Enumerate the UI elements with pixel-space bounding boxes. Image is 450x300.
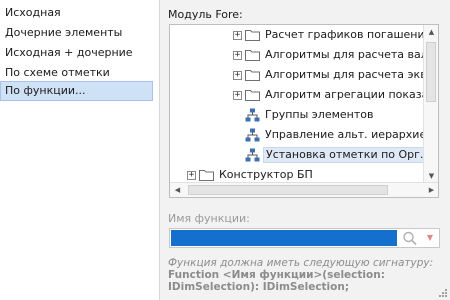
folder-icon	[199, 170, 214, 181]
selection-mode-list: Исходная Дочерние элементы Исходная + до…	[0, 0, 155, 300]
module-label: Модуль Fore:	[168, 8, 243, 21]
tree-node-label: Группы элементов	[265, 108, 374, 121]
tree-node-label: Расчет графиков погашения фи	[265, 28, 439, 41]
vertical-scrollbar[interactable]: ▲ ▼	[423, 25, 438, 183]
search-icon[interactable]	[401, 230, 419, 246]
hierarchy-icon	[245, 148, 260, 162]
tree-node-selected[interactable]: Установка отметки по Орг.стру	[245, 146, 438, 164]
function-name-label: Имя функции:	[168, 212, 250, 225]
tree-node-label: Управление альт. иерархией	[265, 128, 434, 141]
module-tree[interactable]: + Расчет графиков погашения фи + Алгорит…	[169, 24, 439, 198]
scroll-right-icon[interactable]: ▶	[424, 183, 438, 197]
folder-icon	[245, 90, 260, 101]
expand-icon[interactable]: +	[187, 170, 196, 180]
tree-node-label: Алгоритмы для расчета валютн	[265, 48, 439, 61]
function-name-input[interactable]: ▼	[169, 228, 440, 248]
tree-node-label: Алгоритм агрегации показателя	[265, 88, 439, 101]
expand-icon[interactable]: +	[233, 30, 242, 40]
hierarchy-icon	[245, 108, 260, 122]
hierarchy-icon	[245, 128, 260, 142]
expand-icon[interactable]: +	[233, 90, 242, 100]
folder-icon	[245, 70, 260, 81]
tree-node-label: Установка отметки по Орг.стру	[263, 147, 438, 163]
scroll-up-icon[interactable]: ▲	[424, 25, 438, 39]
signature-line: Function <Имя функции>(selection:	[168, 269, 385, 281]
scroll-thumb[interactable]	[188, 185, 388, 195]
list-item-by-function[interactable]: По функции...	[0, 81, 153, 101]
scroll-thumb[interactable]	[426, 42, 436, 102]
expand-icon[interactable]: +	[233, 50, 242, 60]
chevron-down-icon[interactable]: ▼	[422, 230, 438, 246]
scroll-down-icon[interactable]: ▼	[424, 169, 438, 183]
tree-node[interactable]: + Расчет графиков погашения фи	[233, 26, 439, 44]
tree-node[interactable]: + Алгоритм агрегации показателя	[233, 86, 439, 104]
list-item-source[interactable]: Исходная	[0, 3, 153, 23]
signature-hint: Функция должна иметь следующую сигнатуру…	[168, 257, 443, 293]
signature-line: IDimSelection): IDimSelection;	[168, 281, 350, 293]
tree-node[interactable]: + Алгоритмы для расчета эквива	[233, 66, 439, 84]
list-item-source-plus-children[interactable]: Исходная + дочерние	[0, 43, 153, 63]
function-settings-panel: Модуль Fore: + Расчет графиков погашения…	[159, 0, 450, 300]
function-name-value[interactable]	[171, 230, 397, 246]
horizontal-scrollbar[interactable]: ◀ ▶	[170, 182, 438, 197]
scroll-left-icon[interactable]: ◀	[170, 183, 185, 197]
folder-icon	[245, 50, 260, 61]
expand-icon[interactable]: +	[233, 70, 242, 80]
tree-node-label: Алгоритмы для расчета эквива	[265, 68, 439, 81]
folder-icon	[245, 30, 260, 41]
hint-text: Функция должна иметь следующую сигнатуру…	[168, 257, 434, 269]
tree-node[interactable]: + Алгоритмы для расчета валютн	[233, 46, 439, 64]
resize-grip-icon[interactable]	[438, 288, 448, 298]
list-item-by-scheme[interactable]: По схеме отметки	[0, 63, 153, 83]
list-item-children[interactable]: Дочерние элементы	[0, 23, 153, 43]
tree-node[interactable]: Группы элементов	[245, 106, 375, 124]
tree-node[interactable]: Управление альт. иерархией	[245, 126, 435, 144]
